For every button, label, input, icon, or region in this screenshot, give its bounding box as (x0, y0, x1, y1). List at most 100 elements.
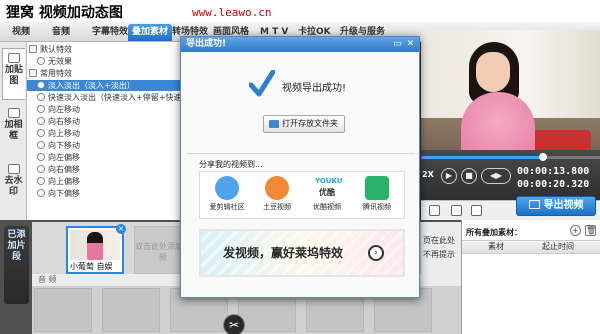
tree-group-default[interactable]: 默认特效 (27, 44, 185, 55)
play-icon[interactable]: ▶ (441, 168, 457, 184)
open-folder-button[interactable]: 打开存放文件夹 (263, 115, 345, 133)
side-tab-add-frame[interactable]: 加相框 (2, 104, 25, 156)
added-clips-label: 已添加片段 (4, 226, 29, 304)
clip-thumbnail[interactable]: 小葡萄 自娱 ✕ (66, 224, 126, 274)
export-video-label: 导出视频 (543, 200, 584, 211)
tip-text: 页在此处 不再提示 (421, 222, 461, 274)
arrow-right-icon[interactable]: › (368, 245, 384, 261)
export-video-button[interactable]: 导出视频 (516, 196, 596, 216)
promo-banner[interactable]: 发视频，赢好莱坞特效 › (199, 229, 405, 277)
tab-video[interactable]: 视频 (8, 24, 34, 41)
add-icon[interactable] (429, 205, 440, 216)
export-success-dialog: 导出成功! ▭ ✕ 视频导出成功! 打开存放文件夹 分享我的视频到... 爱剪辑… (180, 36, 420, 298)
radio-icon (37, 117, 45, 125)
current-time: 00:00:13.800 (517, 166, 590, 177)
tree-row-label: 默认特效 (40, 45, 72, 54)
tree-group-common[interactable]: 常用特效 (27, 68, 185, 79)
remove-clip-icon[interactable]: ✕ (116, 224, 126, 234)
radio-icon (37, 57, 45, 65)
tree-item-move-down[interactable]: 向下移动 (27, 140, 185, 151)
radio-icon (37, 105, 45, 113)
seek-knob[interactable] (538, 153, 547, 161)
radio-icon (37, 81, 45, 89)
export-icon (528, 200, 540, 209)
volume-slider[interactable]: ◀▶ (481, 168, 511, 184)
side-tab-bar: 加贴图 加相框 去水印 (0, 42, 27, 220)
share-tudou-button[interactable]: 土豆视频 (254, 176, 300, 212)
side-tab-add-sticker[interactable]: 加贴图 (2, 48, 25, 100)
open-folder-label: 打开存放文件夹 (282, 119, 338, 128)
tree-item-offset-down[interactable]: 向下偏移 (27, 188, 185, 199)
divider (187, 153, 415, 154)
tencent-video-icon (365, 176, 389, 200)
stop-icon[interactable]: ■ (461, 168, 477, 184)
tree-item-offset-right[interactable]: 向右偏移 (27, 164, 185, 175)
radio-icon (37, 165, 45, 173)
watermark-url: www.leawo.cn (192, 6, 272, 19)
side-tab-add-sticker-label: 加贴图 (4, 65, 23, 86)
tree-toggle-icon (29, 45, 37, 53)
tip-line-1: 页在此处 (423, 236, 455, 245)
success-message: 视频导出成功! (282, 83, 347, 94)
minimize-icon[interactable]: ▭ (392, 39, 403, 50)
delete-overlay-icon[interactable]: 🗑 (585, 225, 596, 236)
tab-audio[interactable]: 音频 (48, 24, 74, 41)
tree-toggle-icon (29, 69, 37, 77)
share-label: 土豆视频 (263, 203, 291, 211)
tree-item-move-right[interactable]: 向右移动 (27, 116, 185, 127)
promo-text: 发视频，赢好莱坞特效 (223, 246, 344, 260)
seek-bar-fill (421, 156, 543, 159)
tudou-icon (265, 176, 289, 200)
audio-slot[interactable] (34, 288, 92, 332)
add-overlay-icon[interactable]: + (570, 225, 581, 236)
share-tencent-button[interactable]: 腾讯视频 (354, 176, 400, 212)
share-label: 优酷视频 (313, 203, 341, 211)
col-material: 素材 (488, 242, 504, 251)
total-time: 00:00:20.320 (517, 179, 590, 190)
save-icon[interactable] (451, 205, 462, 216)
video-preview (421, 30, 600, 166)
tree-item-offset-left[interactable]: 向左偏移 (27, 152, 185, 163)
tab-overlay-material[interactable]: 叠加素材 (128, 24, 173, 41)
radio-icon (37, 153, 45, 161)
tree-item-offset-up[interactable]: 向上偏移 (27, 176, 185, 187)
tree-item-quick-fade[interactable]: 快速淡入淡出（快速淡入+停留+快速淡出） (27, 92, 185, 103)
dialog-titlebar: 导出成功! ▭ ✕ (181, 37, 419, 52)
zoom-label: 2X (422, 170, 434, 179)
tree-row-label: 向下移动 (48, 141, 80, 150)
side-tab-remove-watermark[interactable]: 去水印 (2, 160, 25, 212)
share-icon[interactable] (471, 205, 482, 216)
share-label: 腾讯视频 (363, 203, 391, 211)
aijianji-icon (215, 176, 239, 200)
success-check-icon (249, 70, 275, 97)
tree-item-move-left[interactable]: 向左移动 (27, 104, 185, 115)
tree-row-label: 淡入淡出（淡入+淡出） (48, 81, 135, 90)
folder-icon (269, 120, 279, 128)
tree-item-fade[interactable]: 淡入淡出（淡入+淡出） (27, 80, 185, 91)
watermark-title: 狸窝 视频加动态图 (6, 5, 123, 21)
radio-icon (37, 93, 45, 101)
side-tab-add-frame-label: 加相框 (4, 120, 23, 141)
watermark-remove-icon (7, 164, 20, 174)
tree-row-label: 向右移动 (48, 117, 80, 126)
dialog-title: 导出成功! (186, 39, 227, 49)
tree-item-move-up[interactable]: 向上移动 (27, 128, 185, 139)
tree-row-label: 常用特效 (40, 69, 72, 78)
scissors-icon[interactable]: ✂ (223, 314, 245, 334)
tree-row-label: 向上移动 (48, 129, 80, 138)
share-aijianji-button[interactable]: 爱剪辑社区 (204, 176, 250, 212)
tab-subtitle-effects[interactable]: 字幕特效 (88, 24, 132, 41)
frame-icon (7, 108, 20, 118)
close-icon[interactable]: ✕ (405, 39, 416, 50)
audio-slot[interactable] (102, 288, 160, 332)
share-youku-button[interactable]: YOUKU 优酷 优酷视频 (304, 176, 350, 212)
tip-line-2: 不再提示 (423, 250, 455, 259)
youku-icon: YOUKU 优酷 (315, 176, 343, 200)
side-tab-remove-watermark-label: 去水印 (4, 176, 23, 197)
tree-row-label: 向左移动 (48, 105, 80, 114)
youku-logo-text: YOUKU (315, 177, 343, 185)
seek-bar[interactable] (421, 153, 600, 161)
player-controls: 2X ▶ ■ ◀▶ 00:00:13.800 00:00:20.320 (421, 150, 600, 200)
clip-thumb-image (70, 230, 120, 260)
tree-item-no-effect[interactable]: 无效果 (27, 56, 185, 67)
